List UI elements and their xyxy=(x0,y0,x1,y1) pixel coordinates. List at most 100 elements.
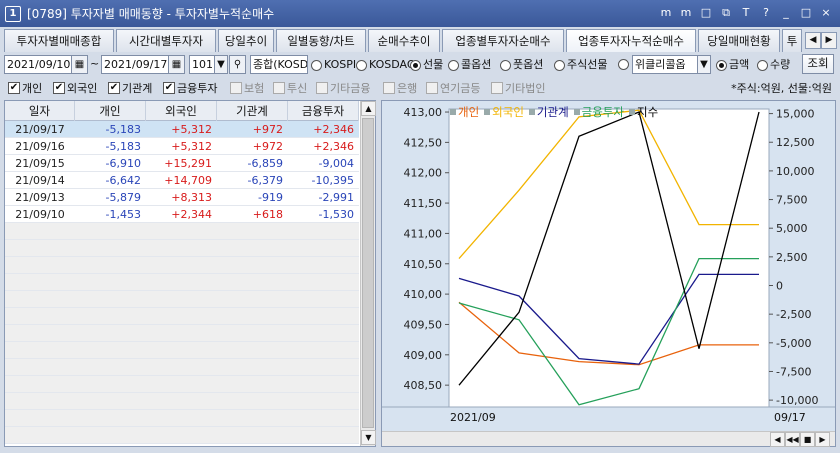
tab-scroll-right-icon[interactable]: ▶ xyxy=(821,32,837,49)
date-separator: ~ xyxy=(90,57,100,70)
radio-dot xyxy=(554,59,565,71)
value-cell: +618 xyxy=(252,208,283,221)
stop-icon[interactable]: ■ xyxy=(800,432,815,447)
date-to-input[interactable]: 2021/09/17 xyxy=(101,55,169,74)
radio-put-option[interactable]: 풋옵션 xyxy=(500,56,543,74)
filter-foreign[interactable]: ✔ 외국인 xyxy=(53,80,97,96)
minimize-icon[interactable]: _ xyxy=(778,5,794,21)
tab-sector-cumulative[interactable]: 업종투자자누적순매수 xyxy=(566,29,696,52)
calendar-icon[interactable]: ▦ xyxy=(71,55,88,74)
calendar-icon[interactable]: ▦ xyxy=(168,55,185,74)
empty-row xyxy=(5,291,359,308)
legend-item: 지수 xyxy=(629,104,658,120)
y-right-tick-label: -2,500 xyxy=(776,308,811,321)
radio-futures[interactable]: 선물 xyxy=(410,56,443,74)
help-icon[interactable]: ? xyxy=(758,5,774,21)
weekly-option-select[interactable]: 위클리콜옵 xyxy=(632,55,698,74)
table-body: 21/09/17 -5,183 +5,312 +972 +2,346 21/09/16 -5… xyxy=(5,121,359,446)
filter-financial-investment[interactable]: ✔ 금융투자 xyxy=(163,80,217,96)
filter-bank[interactable]: 은행 xyxy=(383,80,417,96)
memo-icon[interactable]: m xyxy=(658,5,674,21)
chevron-down-icon[interactable]: ▼ xyxy=(697,55,711,74)
menu-icon[interactable]: m xyxy=(678,5,694,21)
y-left-tick-label: 411,50 xyxy=(404,197,443,210)
checkbox-icon xyxy=(316,82,328,94)
table-row[interactable]: 21/09/10 -1,453 +2,344 +618 -1,530 xyxy=(5,206,359,223)
scroll-thumb[interactable] xyxy=(362,118,374,428)
legend-label: 기관계 xyxy=(536,105,569,119)
tab-time-investor[interactable]: 시간대별투자자 xyxy=(116,29,216,52)
save-screen-icon[interactable]: □ xyxy=(698,5,714,21)
maximize-icon[interactable]: □ xyxy=(798,5,814,21)
chart-scrollbar[interactable]: ◀ ◀◀ ■ ▶ xyxy=(382,431,835,447)
close-icon[interactable]: × xyxy=(818,5,834,21)
table-row[interactable]: 21/09/17 -5,183 +5,312 +972 +2,346 xyxy=(5,121,359,138)
table-scrollbar[interactable]: ▲ ▼ xyxy=(360,101,376,446)
filter-label: 개인 xyxy=(22,82,43,95)
tab-scroll-left-icon[interactable]: ◀ xyxy=(805,32,821,49)
filter-insurance[interactable]: 보험 xyxy=(230,80,264,96)
tab-more[interactable]: 투 xyxy=(782,29,802,52)
tab-investor-summary[interactable]: 투자자별매매종합 xyxy=(4,29,114,52)
legend-item: 개인 xyxy=(450,104,479,120)
filter-investment-trust[interactable]: 투신 xyxy=(273,80,307,96)
scroll-right-icon[interactable]: ▶ xyxy=(815,432,830,447)
radio-dot xyxy=(356,59,367,71)
column-header[interactable]: 일자 xyxy=(5,101,75,121)
tab-sector-net-buy[interactable]: 업종별투자자순매수 xyxy=(442,29,564,52)
table-row[interactable]: 21/09/15 -6,910 +15,291 -6,859 -9,004 xyxy=(5,155,359,172)
y-left-tick-label: 411,00 xyxy=(404,227,443,240)
tab-daily-status[interactable]: 당일매매현황 xyxy=(698,29,780,52)
column-header[interactable]: 개인 xyxy=(75,101,146,121)
table-row[interactable]: 21/09/16 -5,183 +5,312 +972 +2,346 xyxy=(5,138,359,155)
empty-row xyxy=(5,325,359,342)
radio-stock-futures[interactable]: 주식선물 xyxy=(554,56,607,74)
scroll-up-icon[interactable]: ▲ xyxy=(361,101,376,116)
column-header[interactable]: 기관계 xyxy=(217,101,288,121)
investor-filter-bar: ✔ 개인 ✔ 외국인 ✔ 기관계 ✔ 금융투자 보험 투신 기타금융 은행 연기금등 기… xyxy=(0,78,840,98)
column-header[interactable]: 외국인 xyxy=(146,101,217,121)
radio-amount[interactable]: 금액 xyxy=(716,56,749,74)
table-row[interactable]: 21/09/13 -5,879 +8,313 -919 -2,991 xyxy=(5,189,359,206)
column-header[interactable]: 금융투자 xyxy=(288,101,359,121)
legend-item: 외국인 xyxy=(484,104,524,120)
radio-quantity[interactable]: 수량 xyxy=(757,56,790,74)
table-row[interactable]: 21/09/14 -6,642 +14,709 -6,379 -10,395 xyxy=(5,172,359,189)
tab-daily-chart[interactable]: 일별동향/차트 xyxy=(276,29,366,52)
radio-weekly[interactable] xyxy=(618,59,629,70)
y-right-tick-label: 0 xyxy=(776,280,783,293)
filter-other-corp[interactable]: 기타법인 xyxy=(491,80,545,96)
window-titlebar: 1 [0789] 투자자별 매매동향 - 투자자별누적순매수 m m □ ⧉ T… xyxy=(0,0,840,27)
pin-icon[interactable]: T xyxy=(738,5,754,21)
filter-institution[interactable]: ✔ 기관계 xyxy=(108,80,152,96)
radio-call-option[interactable]: 콜옵션 xyxy=(448,56,491,74)
radio-dot xyxy=(757,59,768,71)
radio-kosdaq[interactable]: KOSDAQ xyxy=(356,56,416,74)
filter-other-finance[interactable]: 기타금융 xyxy=(316,80,370,96)
filter-individual[interactable]: ✔ 개인 xyxy=(8,80,42,96)
market-select[interactable]: 종합(KOSD xyxy=(250,55,308,74)
legend-item: 금융투자 xyxy=(573,104,624,120)
filter-pension[interactable]: 연기금등 xyxy=(426,80,480,96)
scroll-first-icon[interactable]: ◀◀ xyxy=(785,432,800,447)
legend-marker xyxy=(450,109,456,115)
tab-net-buy-trend[interactable]: 순매수추이 xyxy=(368,29,440,52)
query-button[interactable]: 조회 xyxy=(802,54,834,74)
radio-label: 주식선물 xyxy=(567,58,608,71)
link-icon[interactable]: ⧉ xyxy=(718,5,734,21)
tab-daily-trend[interactable]: 당일추이 xyxy=(218,29,274,52)
code-input[interactable]: 101 xyxy=(189,55,215,74)
chart-svg: 413,00 412,50 412,00 411,50 411,00 410,50 410,… xyxy=(382,106,835,408)
y-left-tick-label: 408,50 xyxy=(404,379,443,392)
chevron-down-icon[interactable]: ▼ xyxy=(214,55,228,74)
radio-label: 선물 xyxy=(423,58,444,71)
value-cell: -6,642 xyxy=(105,174,141,187)
radio-kospi[interactable]: KOSPI xyxy=(311,56,356,74)
scroll-left-icon[interactable]: ◀ xyxy=(770,432,785,447)
investor-table: 일자 개인 외국인 기관계 금융투자 21/09/17 -5,183 +5,312 +… xyxy=(4,100,376,447)
date-from-input[interactable]: 2021/09/10 xyxy=(4,55,72,74)
scroll-down-icon[interactable]: ▼ xyxy=(361,430,376,445)
unit-note: *주식:억원, 선물:억원 xyxy=(731,82,832,95)
search-icon[interactable]: ⚲ xyxy=(229,55,246,74)
legend-marker xyxy=(484,109,491,115)
